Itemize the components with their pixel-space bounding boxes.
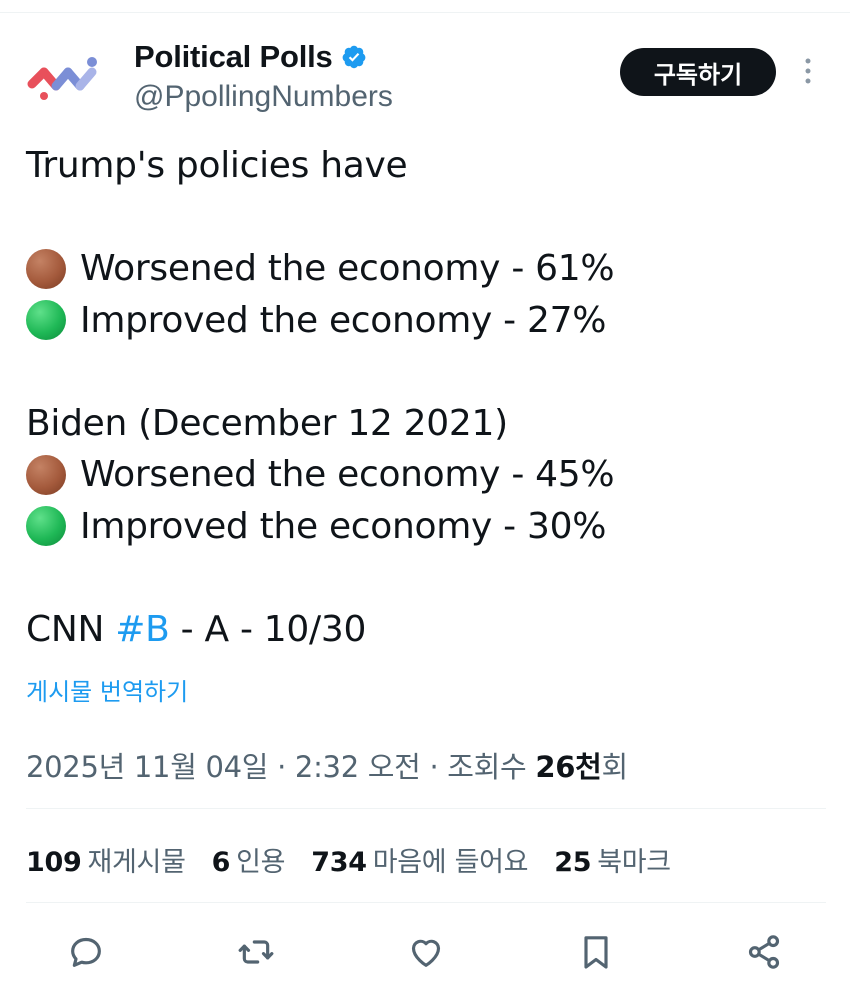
trump-worsened-text: Worsened the economy - 61% [80,248,615,289]
quotes-stat[interactable]: 6 인용 [212,840,286,879]
timestamp[interactable]: 2025년 11월 04일 · 2:32 오전 · 조회수 [26,750,535,784]
tweet-meta: 2025년 11월 04일 · 2:32 오전 · 조회수 26천회 [26,744,628,786]
tweet-line: CNN #B - A - 10/30 [26,604,826,656]
brown-circle-icon [26,454,66,495]
likes-count: 734 [311,847,367,878]
tweet-line: Worsened the economy - 61% [26,243,826,295]
share-icon[interactable] [742,930,786,974]
source-prefix: CNN [26,608,116,650]
top-divider [0,12,850,13]
divider [26,808,826,809]
biden-improved-text: Improved the economy - 30% [80,505,607,547]
bookmarks-label: 북마크 [597,847,671,878]
display-name[interactable]: Political Polls [134,40,333,74]
biden-worsened-text: Worsened the economy - 45% [80,454,615,495]
reposts-label: 재게시물 [87,847,186,878]
bookmarks-stat[interactable]: 25 북마크 [554,840,671,879]
quotes-count: 6 [211,847,231,878]
engagement-stats: 109 재게시물 6 인용 734 마음에 들어요 25 북마크 [26,840,697,879]
reposts-stat[interactable]: 109 재게시물 [26,840,186,879]
verified-badge-icon[interactable] [341,44,367,70]
likes-stat[interactable]: 734 마음에 들어요 [311,840,528,879]
reply-icon[interactable] [64,930,108,974]
source-suffix: - A - 10/30 [169,608,367,650]
brown-circle-icon [26,248,66,289]
tweet-line: Trump's policies have [26,145,408,186]
like-icon[interactable] [404,930,448,974]
subscribe-button[interactable]: 구독하기 [620,48,776,96]
bookmarks-count: 25 [554,847,592,878]
quotes-label: 인용 [236,847,286,878]
views-count[interactable]: 26천 [535,750,601,784]
tweet-line: Worsened the economy - 45% [26,449,826,501]
bookmark-icon[interactable] [574,930,618,974]
tweet-line: Improved the economy - 30% [26,501,826,553]
handle[interactable]: @PpollingNumbers [134,80,393,114]
reposts-count: 109 [26,847,82,878]
author-block: Political Polls @PpollingNumbers [134,40,393,114]
tweet-line: Improved the economy - 27% [26,295,826,347]
more-options-icon[interactable] [798,56,818,86]
divider [26,902,826,903]
avatar-logo-icon [27,57,97,100]
tweet-line: Biden (December 12 2021) [26,402,508,444]
green-circle-icon [26,506,66,547]
tweet-text: Trump's policies have Worsened the econo… [26,140,826,655]
trump-improved-text: Improved the economy - 27% [80,299,607,341]
green-circle-icon [26,300,66,341]
translate-link[interactable]: 게시물 번역하기 [26,672,188,707]
repost-icon[interactable] [234,930,278,974]
views-suffix: 회 [601,750,629,784]
avatar[interactable] [26,48,110,110]
hashtag-link[interactable]: #B [115,604,170,656]
likes-label: 마음에 들어요 [372,847,529,878]
